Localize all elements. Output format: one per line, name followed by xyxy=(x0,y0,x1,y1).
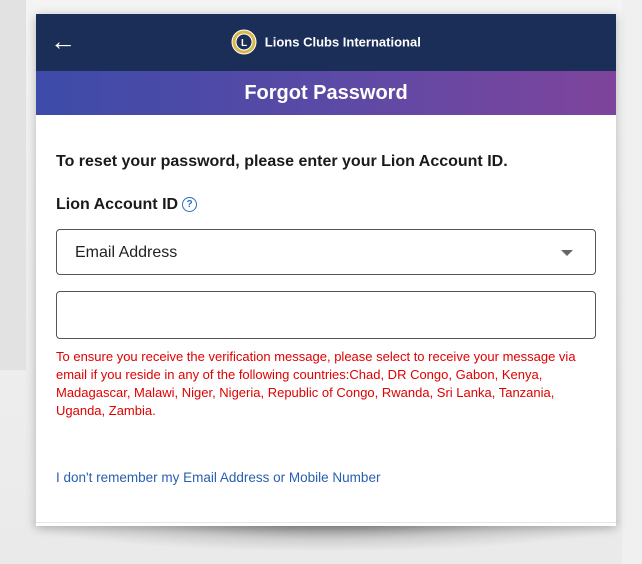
account-id-input[interactable] xyxy=(56,291,596,339)
chevron-down-icon xyxy=(561,250,573,256)
verification-warning: To ensure you receive the verification m… xyxy=(56,349,576,418)
top-nav-bar: ← L Lions Clubs International xyxy=(36,14,616,71)
logo-letter: L xyxy=(241,38,247,49)
forgot-email-link[interactable]: I don't remember my Email Address or Mob… xyxy=(56,470,596,485)
field-label-text: Lion Account ID xyxy=(56,196,179,213)
lion-account-id-label: Lion Account ID? xyxy=(56,196,596,214)
instruction-text: To reset your password, please enter you… xyxy=(56,153,508,170)
brand-name: Lions Clubs International xyxy=(264,34,421,50)
brand-header: L Lions Clubs International xyxy=(36,29,616,55)
background-left-panel xyxy=(0,0,26,370)
forgot-password-card: ← L Lions Clubs International Forgot Pas… xyxy=(36,14,616,526)
help-icon[interactable]: ? xyxy=(182,197,198,213)
account-id-type-select[interactable]: Email Address xyxy=(56,229,596,275)
page-title: Forgot Password xyxy=(36,71,616,115)
background-right-panel xyxy=(622,0,642,564)
form-content: To reset your password, please enter you… xyxy=(36,153,616,485)
lions-logo-icon: L xyxy=(231,29,257,55)
divider xyxy=(36,522,616,523)
select-value: Email Address xyxy=(75,244,178,261)
